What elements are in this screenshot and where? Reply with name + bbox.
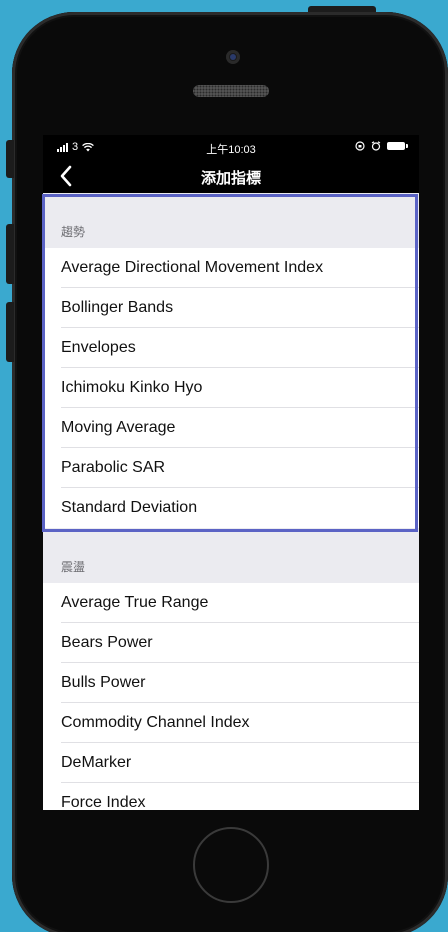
stage: 3 上午10:03 添加指標 趨勢 Average Directional Mo… — [0, 0, 448, 932]
list-item[interactable]: Bulls Power — [43, 663, 419, 703]
mute-switch — [6, 140, 14, 178]
volume-up-button — [6, 224, 14, 284]
volume-down-button — [6, 302, 14, 362]
section-trend-rows: Average Directional Movement Index Bolli… — [43, 248, 419, 528]
section-oscillator: 震盪 Average True Range Bears Power Bulls … — [43, 528, 419, 810]
speaker-grille — [193, 85, 269, 97]
list-item[interactable]: Force Index — [43, 783, 419, 810]
list-item[interactable]: Bollinger Bands — [43, 288, 419, 328]
list-item[interactable]: Bears Power — [43, 623, 419, 663]
indicator-list[interactable]: 趨勢 Average Directional Movement Index Bo… — [43, 193, 419, 810]
list-item[interactable]: Ichimoku Kinko Hyo — [43, 368, 419, 408]
orientation-lock-icon — [355, 141, 365, 151]
home-button[interactable] — [193, 827, 269, 903]
status-right — [355, 141, 408, 151]
status-bar: 3 上午10:03 — [43, 135, 419, 159]
list-item[interactable]: Envelopes — [43, 328, 419, 368]
list-item[interactable]: Commodity Channel Index — [43, 703, 419, 743]
camera-icon — [226, 50, 240, 64]
list-item[interactable]: DeMarker — [43, 743, 419, 783]
section-header-trend: 趨勢 — [43, 193, 419, 248]
list-item[interactable]: Average Directional Movement Index — [43, 248, 419, 288]
list-item[interactable]: Standard Deviation — [43, 488, 419, 528]
section-header-oscillator: 震盪 — [43, 528, 419, 583]
list-item[interactable]: Moving Average — [43, 408, 419, 448]
screen: 3 上午10:03 添加指標 趨勢 Average Directional Mo… — [43, 135, 419, 810]
page-title: 添加指標 — [200, 170, 261, 187]
section-trend: 趨勢 Average Directional Movement Index Bo… — [43, 193, 419, 528]
nav-bar: 添加指標 — [43, 159, 419, 193]
list-item[interactable]: Parabolic SAR — [43, 448, 419, 488]
section-oscillator-rows: Average True Range Bears Power Bulls Pow… — [43, 583, 419, 810]
battery-icon — [387, 142, 408, 150]
alarm-icon — [371, 141, 381, 151]
list-item[interactable]: Average True Range — [43, 583, 419, 623]
